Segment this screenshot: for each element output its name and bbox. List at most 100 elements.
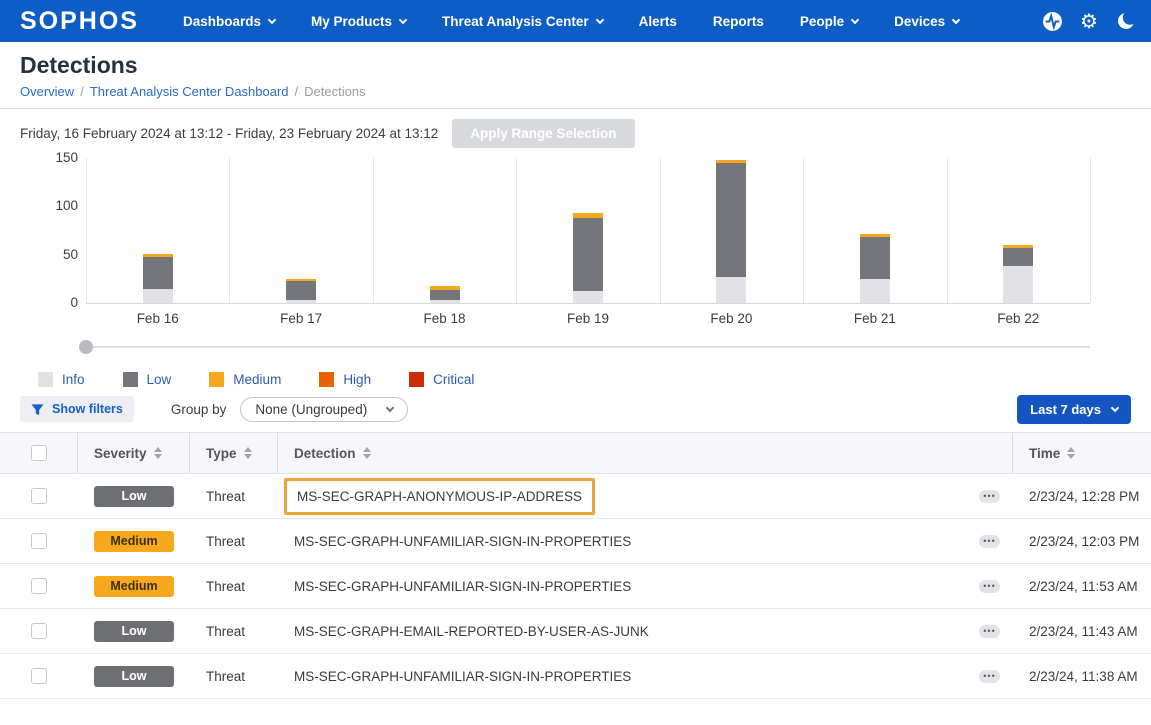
chevron-down-icon — [851, 15, 859, 23]
row-checkbox[interactable] — [31, 623, 47, 639]
chart-range-slider-track[interactable] — [86, 346, 1090, 348]
bar-feb-19[interactable] — [573, 213, 603, 303]
nav-item-reports[interactable]: Reports — [695, 0, 782, 42]
group-by-dropdown[interactable]: None (Ungrouped) — [240, 397, 408, 422]
column-header-severity[interactable]: Severity — [78, 433, 190, 473]
chart-gridline — [229, 158, 230, 303]
row-actions-ellipsis-button[interactable]: ••• — [979, 625, 1000, 638]
column-header-time[interactable]: Time — [1013, 433, 1151, 473]
bar-feb-16[interactable] — [143, 254, 173, 303]
nav-item-dashboards[interactable]: Dashboards — [165, 0, 293, 42]
bar-segment-info — [860, 279, 890, 303]
row-actions-ellipsis-button[interactable]: ••• — [979, 580, 1000, 593]
bar-feb-18[interactable] — [430, 286, 460, 303]
time-range-label: Last 7 days — [1030, 402, 1101, 417]
row-actions-ellipsis-button[interactable]: ••• — [979, 535, 1000, 548]
nav-item-label: Alerts — [639, 14, 677, 29]
column-header-type[interactable]: Type — [190, 433, 278, 473]
detection-name-highlighted[interactable]: MS-SEC-GRAPH-ANONYMOUS-IP-ADDRESS — [284, 478, 595, 515]
row-actions-ellipsis-button[interactable]: ••• — [979, 490, 1000, 503]
type-cell: Threat — [190, 609, 278, 653]
type-cell: Threat — [190, 654, 278, 698]
bar-segment-info — [286, 300, 316, 303]
chart-gridline — [947, 158, 948, 303]
bar-segment-info — [573, 291, 603, 303]
legend-label: Critical — [433, 372, 474, 387]
nav-item-devices[interactable]: Devices — [876, 0, 977, 42]
legend-item-low[interactable]: Low — [123, 372, 172, 387]
chart-gridline — [373, 158, 374, 303]
time-cell: 2/23/24, 11:53 AM — [1013, 564, 1151, 608]
bar-segment-info — [430, 300, 460, 303]
bar-segment-low — [286, 281, 316, 300]
sort-icon[interactable] — [154, 447, 162, 459]
x-axis-tick-label: Feb 20 — [660, 311, 803, 326]
bar-segment-low — [143, 257, 173, 289]
activity-icon[interactable] — [1041, 10, 1063, 32]
legend-swatch — [409, 372, 424, 387]
show-filters-button[interactable]: Show filters — [20, 396, 134, 422]
breadcrumb-item[interactable]: Threat Analysis Center Dashboard — [90, 84, 289, 99]
x-axis-tick-label: Feb 19 — [516, 311, 659, 326]
row-checkbox-cell — [0, 609, 78, 653]
legend-item-high[interactable]: High — [319, 372, 371, 387]
row-actions-ellipsis-button[interactable]: ••• — [979, 670, 1000, 683]
column-header-detection[interactable]: Detection — [278, 433, 1013, 473]
chart-legend: Info Low Medium High Critical — [38, 372, 474, 387]
legend-swatch — [38, 372, 53, 387]
nav-item-people[interactable]: People — [782, 0, 876, 42]
breadcrumb-separator: / — [295, 84, 299, 99]
nav-item-alerts[interactable]: Alerts — [621, 0, 695, 42]
x-axis-tick-label: Feb 17 — [229, 311, 372, 326]
bar-segment-low — [716, 163, 746, 277]
row-checkbox[interactable] — [31, 533, 47, 549]
bar-segment-low — [430, 290, 460, 301]
row-checkbox[interactable] — [31, 488, 47, 504]
detection-name[interactable]: MS-SEC-GRAPH-EMAIL-REPORTED-BY-USER-AS-J… — [294, 624, 649, 639]
bar-feb-21[interactable] — [860, 234, 890, 303]
row-checkbox[interactable] — [31, 668, 47, 684]
chart-range-slider-handle[interactable] — [79, 340, 93, 354]
sort-icon[interactable] — [363, 447, 371, 459]
y-axis-tick-label: 0 — [8, 295, 78, 310]
bar-feb-17[interactable] — [286, 279, 316, 303]
bar-segment-low — [860, 237, 890, 279]
chart-gridline — [660, 158, 661, 303]
nav-item-my-products[interactable]: My Products — [293, 0, 424, 42]
legend-item-critical[interactable]: Critical — [409, 372, 474, 387]
row-checkbox[interactable] — [31, 578, 47, 594]
legend-swatch — [209, 372, 224, 387]
bar-segment-info — [1003, 266, 1033, 303]
detection-name[interactable]: MS-SEC-GRAPH-UNFAMILIAR-SIGN-IN-PROPERTI… — [294, 669, 631, 684]
detection-name[interactable]: MS-SEC-GRAPH-UNFAMILIAR-SIGN-IN-PROPERTI… — [294, 579, 631, 594]
detection-cell: MS-SEC-GRAPH-EMAIL-REPORTED-BY-USER-AS-J… — [278, 609, 1013, 653]
severity-cell: Medium — [78, 519, 190, 563]
legend-swatch — [319, 372, 334, 387]
settings-gear-icon[interactable]: ⚙ — [1078, 10, 1100, 32]
dark-mode-moon-icon[interactable] — [1115, 10, 1137, 32]
sort-icon[interactable] — [244, 447, 252, 459]
detection-name[interactable]: MS-SEC-GRAPH-UNFAMILIAR-SIGN-IN-PROPERTI… — [294, 534, 631, 549]
time-cell: 2/23/24, 12:03 PM — [1013, 519, 1151, 563]
nav-item-label: My Products — [311, 14, 392, 29]
bar-feb-22[interactable] — [1003, 245, 1033, 303]
severity-cell: Low — [78, 474, 190, 518]
sort-icon[interactable] — [1067, 447, 1075, 459]
type-cell: Threat — [190, 519, 278, 563]
time-cell: 2/23/24, 12:28 PM — [1013, 474, 1151, 518]
time-range-dropdown-button[interactable]: Last 7 days — [1017, 395, 1131, 424]
chevron-down-icon — [399, 15, 407, 23]
severity-badge: Low — [94, 621, 174, 642]
legend-item-info[interactable]: Info — [38, 372, 85, 387]
apply-range-selection-button[interactable]: Apply Range Selection — [452, 119, 634, 148]
detection-cell: MS-SEC-GRAPH-ANONYMOUS-IP-ADDRESS ••• — [278, 474, 1013, 518]
breadcrumb-item[interactable]: Overview — [20, 84, 74, 99]
bar-segment-info — [143, 289, 173, 304]
nav-item-threat-analysis-center[interactable]: Threat Analysis Center — [424, 0, 621, 42]
breadcrumb: Overview / Threat Analysis Center Dashboar… — [20, 84, 1131, 99]
bar-feb-20[interactable] — [716, 160, 746, 303]
select-all-checkbox[interactable] — [31, 445, 47, 461]
group-by-value: None (Ungrouped) — [255, 402, 367, 417]
legend-item-medium[interactable]: Medium — [209, 372, 281, 387]
detections-table: Severity Type Detection Time LowThreatMS… — [0, 432, 1151, 699]
